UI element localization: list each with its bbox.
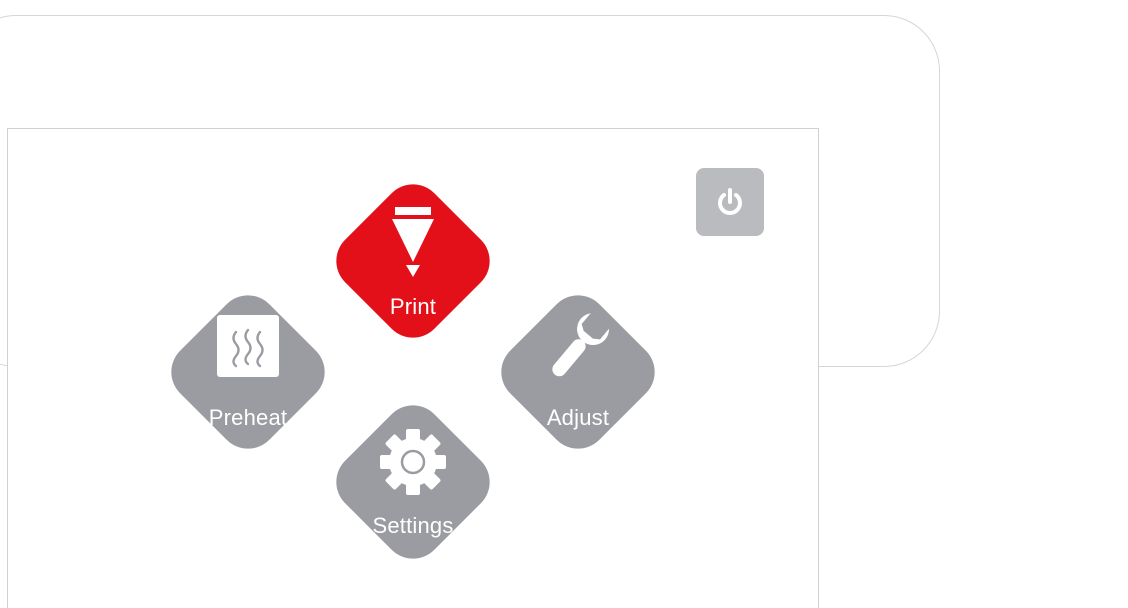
- power-button[interactable]: [696, 168, 764, 236]
- settings-label: Settings: [372, 513, 454, 538]
- gear-icon: [380, 429, 446, 495]
- print-label: Print: [389, 294, 437, 319]
- settings-button[interactable]: Settings: [318, 387, 508, 577]
- adjust-button[interactable]: Adjust: [483, 277, 673, 467]
- nozzle-icon: [392, 207, 434, 277]
- page: Preheat Adjust Settings Print: [0, 0, 1128, 608]
- wrench-icon: [552, 313, 610, 377]
- preheat-button[interactable]: Preheat: [153, 277, 343, 467]
- adjust-label: Adjust: [546, 405, 610, 430]
- print-button[interactable]: Print: [318, 166, 508, 356]
- heat-waves-icon: [217, 315, 279, 377]
- preheat-label: Preheat: [208, 405, 288, 430]
- power-icon: [718, 188, 742, 215]
